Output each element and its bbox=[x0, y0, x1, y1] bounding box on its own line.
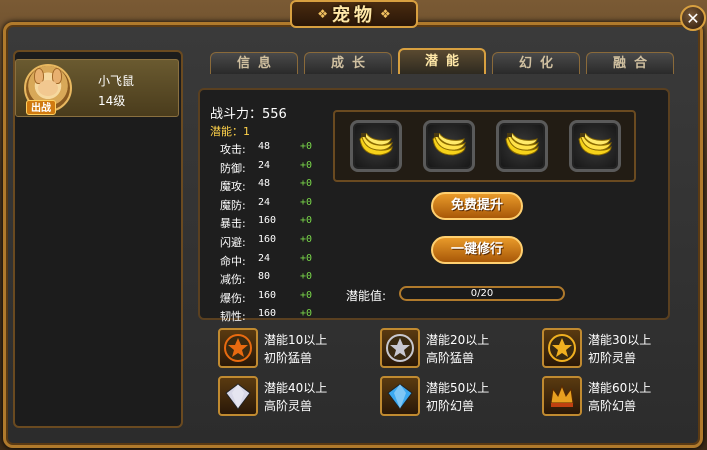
stat-bonus: +0 bbox=[300, 234, 313, 245]
one-click-train-button[interactable]: 一键修行 bbox=[431, 236, 523, 264]
stat-value: 48 bbox=[258, 178, 271, 190]
stat-name: 攻击: bbox=[220, 143, 246, 156]
title-ornament-right-icon: ❖ bbox=[380, 7, 391, 21]
stat-value: 24 bbox=[258, 252, 271, 264]
pet-list-item[interactable]: 出战 小飞鼠 14级 bbox=[15, 59, 179, 117]
potential-bar-label: 潜能值: bbox=[346, 289, 387, 303]
reward-title: 初阶猛兽 bbox=[264, 351, 313, 365]
stat-bonus: +0 bbox=[300, 289, 313, 301]
combat-power: 战斗力：556 bbox=[210, 107, 287, 122]
potential-reward-item[interactable]: 潜能30以上 初阶灵兽 bbox=[542, 328, 692, 368]
reward-title: 初阶幻兽 bbox=[426, 399, 475, 413]
stat-row: 命中: 24 +0 bbox=[220, 253, 330, 269]
orange-star-badge-icon bbox=[218, 328, 258, 368]
reward-title: 高阶幻兽 bbox=[588, 399, 637, 413]
stat-row: 减伤: 80 +0 bbox=[220, 271, 330, 287]
stat-value: 160 bbox=[258, 308, 277, 320]
food-slot-2[interactable] bbox=[423, 120, 475, 172]
stat-name: 防御: bbox=[220, 161, 246, 175]
tab-fusion[interactable]: 融合 bbox=[586, 52, 674, 74]
potential-reward-item[interactable]: 潜能10以上 初阶猛兽 bbox=[218, 328, 368, 368]
stat-value: 160 bbox=[258, 215, 277, 227]
reward-requirement: 潜能50以上 bbox=[426, 381, 490, 395]
food-slot-3[interactable] bbox=[496, 120, 548, 172]
stat-bonus: +0 bbox=[300, 196, 313, 208]
gold-star-badge-icon bbox=[542, 328, 582, 368]
stat-row: 闪避: 160 +0 bbox=[220, 234, 330, 250]
tab-transform[interactable]: 幻化 bbox=[492, 52, 580, 74]
stat-value: 48 bbox=[258, 141, 271, 152]
title-ornament-left-icon: ❖ bbox=[317, 7, 328, 21]
stat-value: 24 bbox=[258, 159, 271, 171]
stat-row: 魔攻: 48 +0 bbox=[220, 178, 330, 194]
silver-diamond-badge-icon bbox=[218, 376, 258, 416]
blue-diamond-badge-icon bbox=[380, 376, 420, 416]
pet-face bbox=[38, 80, 58, 96]
stat-name: 命中: bbox=[220, 254, 246, 268]
crown-badge-icon bbox=[542, 376, 582, 416]
stat-name: 暴击: bbox=[220, 217, 246, 231]
reward-requirement: 潜能20以上 bbox=[426, 333, 490, 347]
pet-name: 小飞鼠 bbox=[98, 74, 135, 88]
stat-bonus: +0 bbox=[300, 215, 313, 227]
potential-reward-item[interactable]: 潜能60以上 高阶幻兽 bbox=[542, 376, 692, 416]
stat-bonus: +0 bbox=[300, 271, 313, 283]
stat-bonus: +0 bbox=[300, 178, 313, 190]
stat-name: 闪避: bbox=[220, 236, 246, 249]
stat-bonus: +0 bbox=[300, 141, 313, 152]
potential-progress-bar: 0/20 bbox=[399, 286, 565, 301]
stat-name: 韧性: bbox=[220, 310, 246, 324]
stat-name: 爆伤: bbox=[220, 291, 246, 305]
stat-row: 攻击: 48 +0 bbox=[220, 141, 330, 157]
close-button[interactable]: ✕ bbox=[680, 5, 706, 31]
potential-progress-text: 0/20 bbox=[470, 288, 494, 299]
stat-row: 暴击: 160 +0 bbox=[220, 215, 330, 231]
free-upgrade-button[interactable]: 免费提升 bbox=[431, 192, 523, 220]
potential-reward-item[interactable]: 潜能20以上 高阶猛兽 bbox=[380, 328, 530, 368]
stat-value: 80 bbox=[258, 271, 271, 283]
food-slot-4[interactable] bbox=[569, 120, 621, 172]
stat-row: 韧性: 160 +0 bbox=[220, 308, 330, 324]
food-slot-tray bbox=[333, 110, 636, 182]
window-title-plate: ❖ 宠物 ❖ bbox=[290, 0, 418, 28]
reward-requirement: 潜能30以上 bbox=[588, 333, 652, 347]
pet-level: 14级 bbox=[98, 94, 126, 108]
stat-bonus: +0 bbox=[300, 159, 313, 171]
reward-title: 高阶灵兽 bbox=[264, 399, 313, 413]
window-title: 宠物 bbox=[332, 5, 376, 26]
stat-name: 魔防: bbox=[220, 198, 246, 212]
potential-reward-item[interactable]: 潜能50以上 初阶幻兽 bbox=[380, 376, 530, 416]
silver-star-badge-icon bbox=[380, 328, 420, 368]
stat-row: 魔防: 24 +0 bbox=[220, 197, 330, 213]
potential-reward-item[interactable]: 潜能40以上 高阶灵兽 bbox=[218, 376, 368, 416]
tab-growth[interactable]: 成长 bbox=[304, 52, 392, 74]
potential-points: 潜能：1 bbox=[210, 125, 250, 138]
stat-bonus: +0 bbox=[300, 252, 313, 264]
stat-row: 爆伤: 160 +0 bbox=[220, 290, 330, 306]
stat-value: 160 bbox=[258, 234, 277, 245]
stat-bonus: +0 bbox=[300, 308, 313, 320]
close-icon: ✕ bbox=[686, 8, 700, 28]
stat-value: 24 bbox=[258, 196, 271, 208]
battle-status-badge: 出战 bbox=[26, 100, 56, 115]
tab-info[interactable]: 信息 bbox=[210, 52, 298, 74]
stat-name: 魔攻: bbox=[220, 180, 246, 194]
reward-requirement: 潜能60以上 bbox=[588, 381, 652, 395]
reward-title: 初阶灵兽 bbox=[588, 351, 637, 365]
stat-value: 160 bbox=[258, 289, 277, 301]
food-slot-1[interactable] bbox=[350, 120, 402, 172]
reward-requirement: 潜能10以上 bbox=[264, 333, 328, 347]
stat-name: 减伤: bbox=[220, 273, 246, 287]
stat-row: 防御: 24 +0 bbox=[220, 160, 330, 176]
tab-potential[interactable]: 潜能 bbox=[398, 48, 486, 74]
reward-requirement: 潜能40以上 bbox=[264, 381, 328, 395]
reward-title: 高阶猛兽 bbox=[426, 351, 475, 365]
